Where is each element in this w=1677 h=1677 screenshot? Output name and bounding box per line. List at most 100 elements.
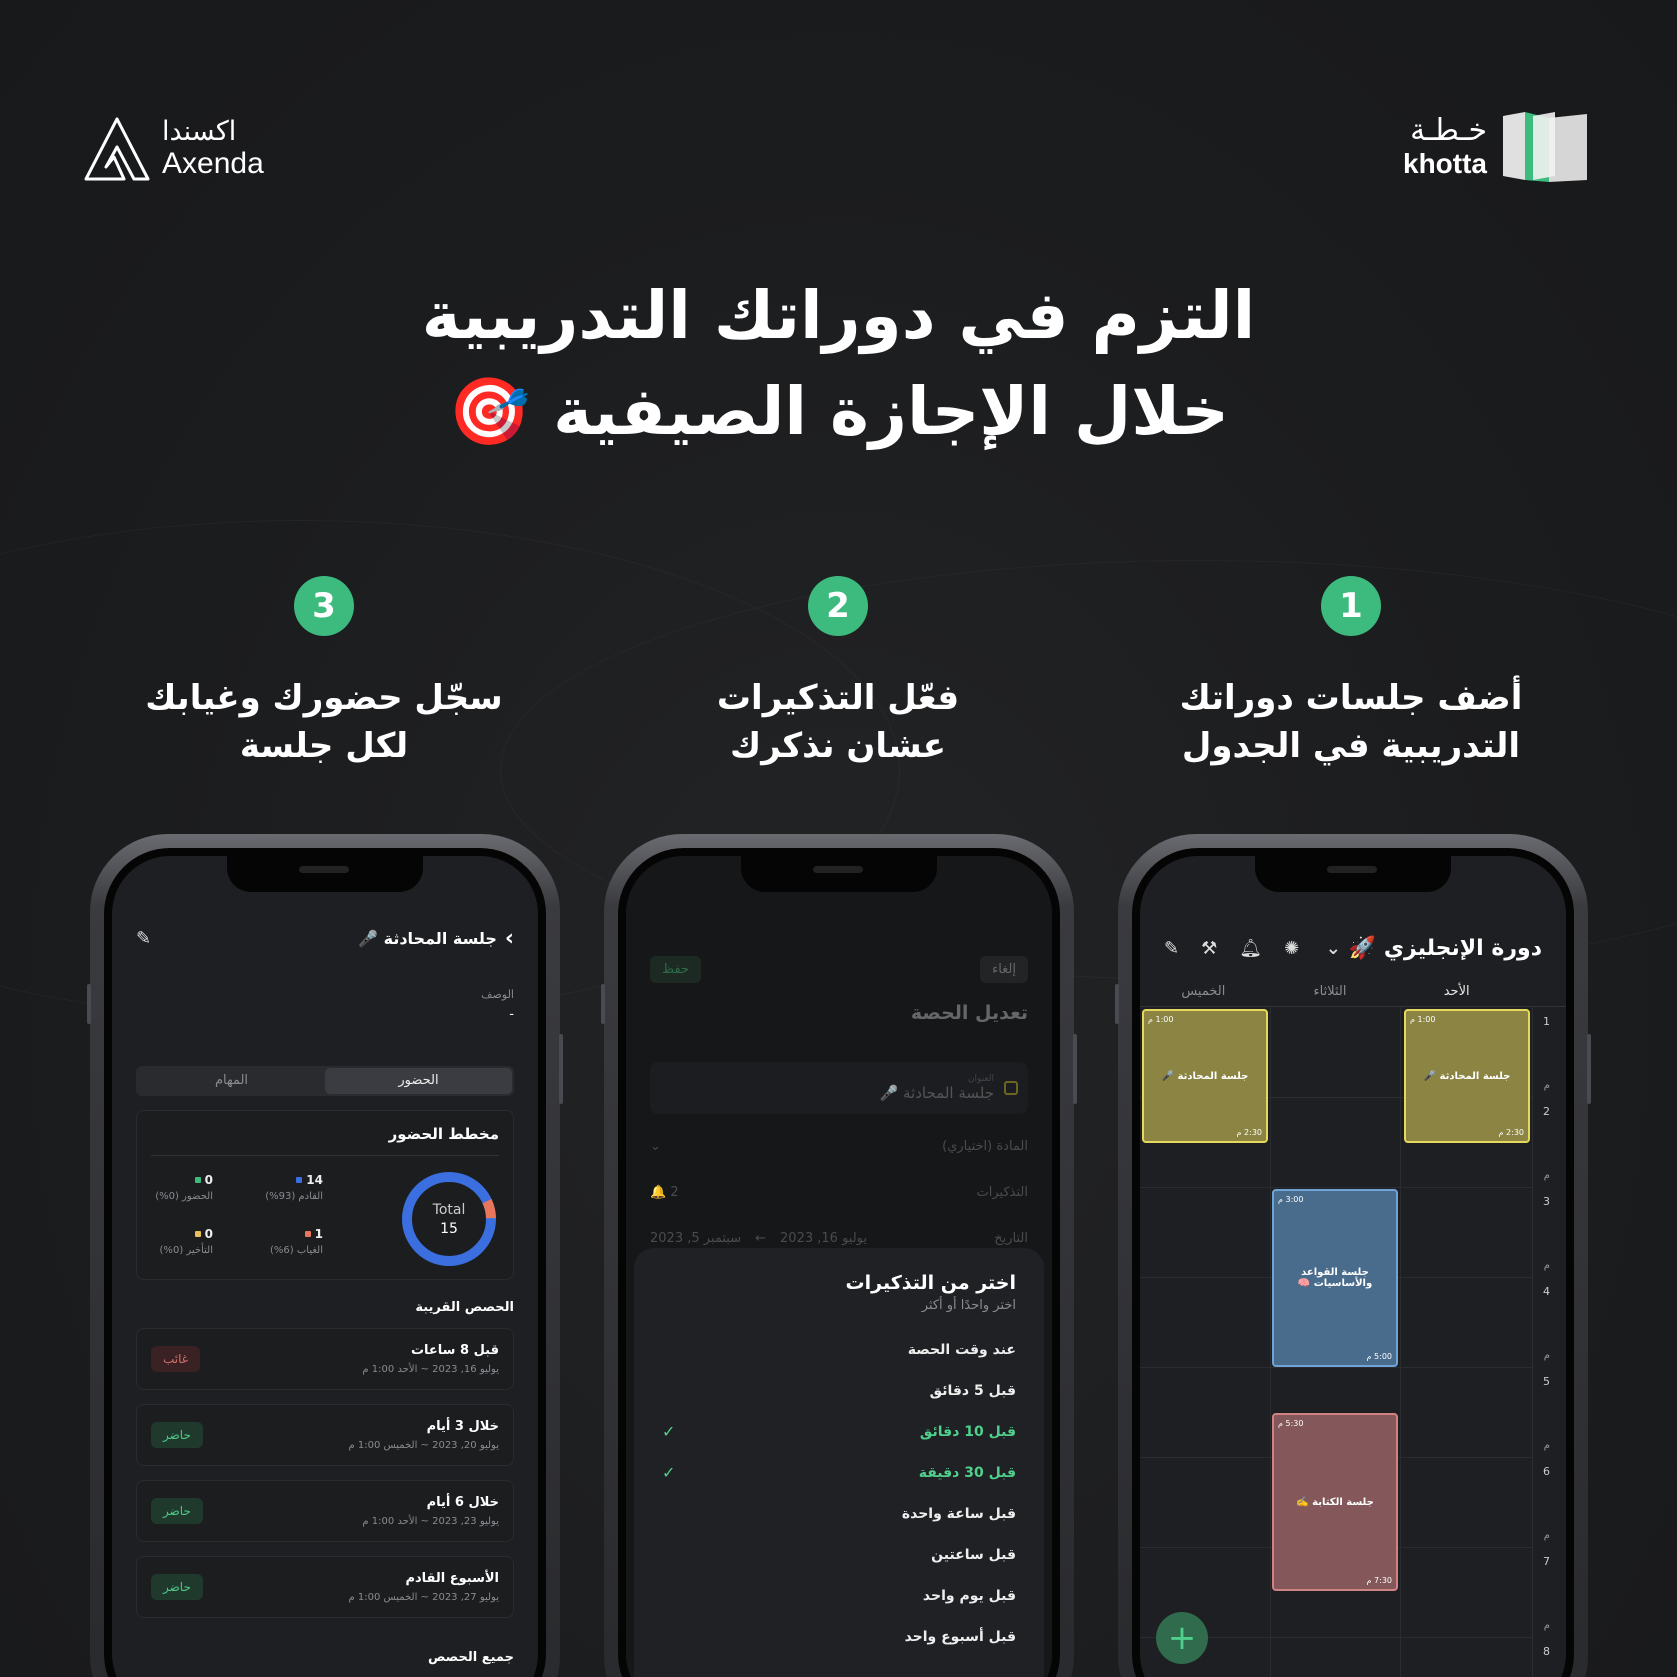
status-badge-present[interactable]: حاضر [151, 1422, 203, 1448]
event-title: جلسة القواعد والأساسيات 🧠 [1297, 1267, 1373, 1289]
grid-line [1140, 1187, 1532, 1188]
headline: التزم في دوراتك التدريبية خلال الإجازة ا… [0, 268, 1677, 460]
status-badge-present[interactable]: حاضر [151, 1498, 203, 1524]
legend-swatch [194, 1177, 201, 1183]
plus-icon: + [1167, 1618, 1197, 1658]
day-sunday[interactable]: الأحد [1393, 984, 1520, 999]
reminder-option[interactable]: قبل يوم واحد [662, 1575, 1016, 1616]
reminder-option-selected[interactable]: قبل 30 دقيقة ✓ [662, 1452, 1016, 1493]
subject-field[interactable]: المادة (اختياري) ⌄ [650, 1124, 1028, 1168]
hour-label: 7 [1543, 1555, 1550, 1568]
title-field-value: جلسة المحادثة 🎤 [879, 1084, 994, 1102]
stat-late: 0 التأخير (0%) [160, 1227, 213, 1256]
stat-value: 1 [314, 1227, 323, 1241]
phone-reminders: إلغاء حفظ تعديل الحصة العنوان جلسة المحا… [601, 834, 1077, 1677]
event-start-time: 1:00 م [1410, 1015, 1436, 1024]
chevron-right-icon[interactable]: › [505, 926, 514, 951]
headline-line-1: التزم في دوراتك التدريبية [421, 277, 1256, 354]
save-button[interactable]: حفظ [650, 956, 701, 983]
session-row[interactable]: خلال 3 أيام يوليو 20, 2023 ~ الخميس 1:00 … [136, 1404, 514, 1466]
phone-notch [227, 856, 423, 892]
stat-value: 0 [204, 1227, 213, 1241]
pencil-icon[interactable]: ✎ [136, 928, 151, 949]
reminder-option-selected[interactable]: قبل 10 دقائق ✓ [662, 1411, 1016, 1452]
step-3-caption-line-2: لكل جلسة [239, 726, 409, 766]
donut-segment-absent [402, 1172, 496, 1266]
attendance-screen: › جلسة المحادثة 🎤 ✎ الوصف - الحضور المها… [112, 856, 538, 1677]
stat-label: القادم (93%) [265, 1191, 323, 1202]
day-tuesday[interactable]: الثلاثاء [1267, 984, 1394, 999]
reminder-option[interactable]: قبل 5 دقائق [662, 1370, 1016, 1411]
phone-attendance: › جلسة المحادثة 🎤 ✎ الوصف - الحضور المها… [87, 834, 563, 1677]
donut-total-value: 15 [440, 1221, 458, 1237]
near-sessions-title: الحصص القريبة [415, 1300, 514, 1315]
session-row-date: يوليو 27, 2023 ~ الخميس 1:00 م [348, 1592, 500, 1603]
reminder-option-label: قبل ساعة واحدة [901, 1505, 1016, 1522]
title-field[interactable]: العنوان جلسة المحادثة 🎤 [650, 1062, 1028, 1114]
add-event-button[interactable]: + [1156, 1612, 1208, 1664]
session-row[interactable]: قبل 8 ساعات يوليو 16, 2023 ~ الأحد 1:00 م… [136, 1328, 514, 1390]
pm-label: م [1543, 1350, 1550, 1361]
hour-label: 2 [1543, 1105, 1550, 1118]
session-row-title: خلال 6 أيام [426, 1495, 499, 1510]
tab-tasks[interactable]: المهام [138, 1068, 325, 1094]
phone-calendar: دورة الإنجليزي 🚀 ⌄ ✎ ⚒ 🔔︎ ✺ الأحد الثلاث… [1115, 834, 1591, 1677]
axenda-english-name: Axenda [162, 147, 264, 181]
reminder-option[interactable]: قبل ساعتين [662, 1534, 1016, 1575]
event-writing[interactable]: 5:30 م جلسة الكتابة ✍️ 7:30 م [1272, 1413, 1398, 1591]
date-to[interactable]: سبتمبر 5, 2023 [650, 1231, 741, 1246]
session-row[interactable]: الأسبوع القادم يوليو 27, 2023 ~ الخميس 1:… [136, 1556, 514, 1618]
reminder-option[interactable]: عند وقت الحصة [662, 1329, 1016, 1370]
bell-icon[interactable]: 🔔︎ [1239, 938, 1262, 959]
cancel-button[interactable]: إلغاء [980, 956, 1028, 983]
date-from[interactable]: يوليو 16, 2023 [780, 1231, 867, 1246]
reminder-option-label: قبل ساعتين [931, 1546, 1016, 1563]
reminders-field[interactable]: التذكيرات 2 🔔 [650, 1170, 1028, 1214]
attendance-chart-card: مخطط الحضور Total 15 14 القادم (93%) 0 ا… [136, 1110, 514, 1280]
status-badge-absent[interactable]: غائب [151, 1346, 201, 1372]
reminder-option-label: عند وقت الحصة [907, 1341, 1016, 1358]
stat-label: الحضور (0%) [155, 1191, 213, 1202]
reminder-option-label: قبل أسبوع واحد [904, 1628, 1016, 1645]
edit-session-title: تعديل الحصة [910, 1002, 1028, 1024]
session-row[interactable]: خلال 6 أيام يوليو 23, 2023 ~ الأحد 1:00 م… [136, 1480, 514, 1542]
date-field-label: التاريخ [994, 1230, 1028, 1246]
axenda-mountain-icon [84, 117, 150, 181]
reminder-option-label: قبل يوم واحد [922, 1587, 1016, 1604]
hammer-icon[interactable]: ⚒ [1201, 938, 1217, 959]
tab-attendance[interactable]: الحضور [325, 1068, 512, 1094]
day-thursday[interactable]: الخميس [1140, 984, 1267, 999]
status-badge-present[interactable]: حاضر [151, 1574, 203, 1600]
aperture-icon[interactable]: ✺ [1284, 938, 1299, 959]
event-grammar[interactable]: 3:00 م جلسة القواعد والأساسيات 🧠 5:00 م [1272, 1189, 1398, 1367]
course-selector[interactable]: دورة الإنجليزي 🚀 ⌄ [1326, 936, 1542, 961]
calendar-grid: 1م 2م 3م 4م 5م 6م 7م 8 1:00 م جلسة المحا… [1140, 1006, 1566, 1677]
event-conversation-sunday[interactable]: 1:00 م جلسة المحادثة 🎤 2:30 م [1404, 1009, 1530, 1143]
description-label: الوصف [481, 988, 514, 1001]
all-sessions-title: جميع الحصص [427, 1650, 514, 1665]
reminder-option-label: قبل 30 دقيقة [918, 1464, 1016, 1481]
chart-title: مخطط الحضور [388, 1125, 499, 1143]
khotta-pages-icon [1503, 112, 1587, 182]
phone-side-button [559, 1034, 563, 1104]
pm-label: م [1543, 1260, 1550, 1271]
step-3-number: 3 [294, 576, 354, 636]
reminder-option[interactable]: قبل أسبوع واحد [662, 1616, 1016, 1657]
chevron-down-icon: ⌄ [650, 1138, 661, 1154]
reminder-option[interactable]: قبل ساعة واحدة [662, 1493, 1016, 1534]
event-conversation-thursday[interactable]: 1:00 م جلسة المحادثة 🎤 2:30 م [1142, 1009, 1268, 1143]
pencil-icon[interactable]: ✎ [1164, 938, 1179, 959]
step-3-caption-line-1: سجّل حضورك وغيابك [145, 678, 503, 718]
checkmark-icon: ✓ [662, 1422, 676, 1441]
calendar-screen: دورة الإنجليزي 🚀 ⌄ ✎ ⚒ 🔔︎ ✺ الأحد الثلاث… [1140, 856, 1566, 1677]
color-checkbox-icon[interactable] [1004, 1081, 1018, 1095]
event-end-time: 7:30 م [1366, 1576, 1392, 1585]
step-1-number: 1 [1321, 576, 1381, 636]
chevron-down-icon: ⌄ [1325, 938, 1341, 959]
axenda-logo: اكسندا Axenda [84, 116, 264, 182]
session-row-date: يوليو 23, 2023 ~ الأحد 1:00 م [362, 1516, 499, 1527]
hour-label: 1 [1543, 1015, 1550, 1028]
event-title: جلسة المحادثة 🎤 [1161, 1070, 1249, 1082]
reminder-option-label: قبل 10 دقائق [919, 1423, 1016, 1440]
phone-side-button [1073, 1034, 1077, 1104]
